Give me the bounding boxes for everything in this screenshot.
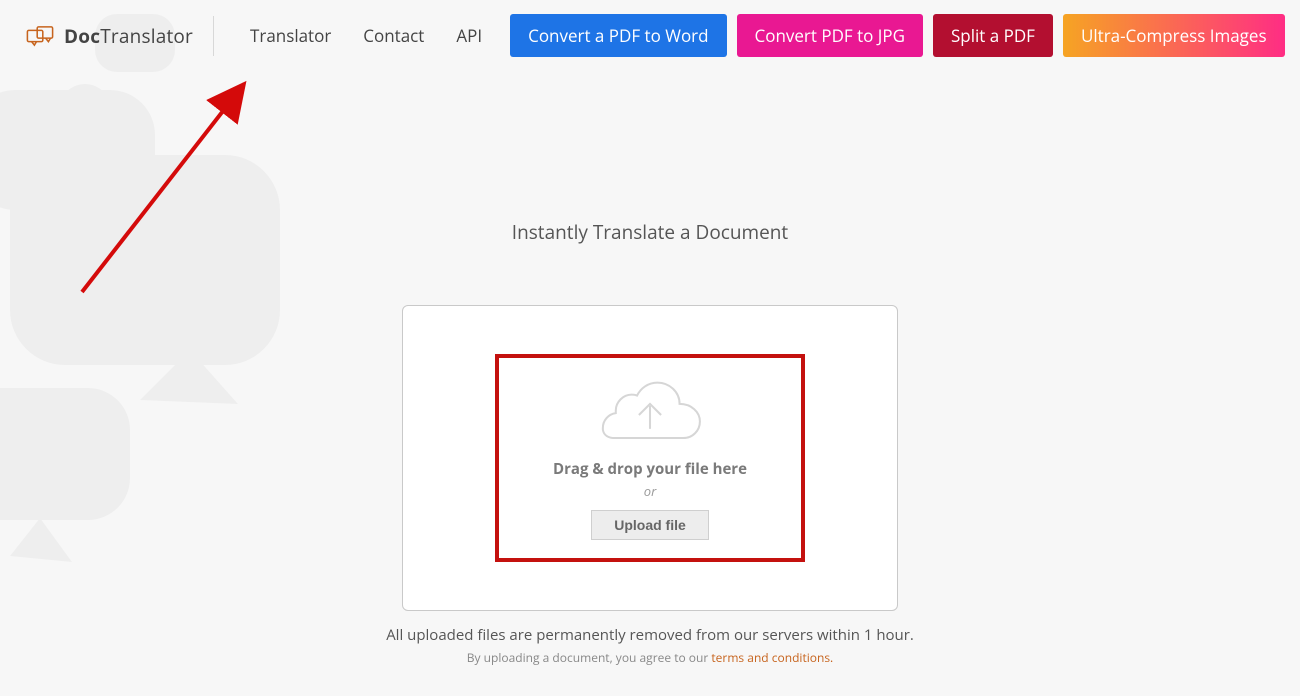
upload-cloud-icon xyxy=(594,378,706,439)
nav-buttons: Convert a PDF to Word Convert PDF to JPG… xyxy=(510,14,1284,57)
nav-contact[interactable]: Contact xyxy=(347,16,440,55)
top-nav: DocTranslator Translator Contact API Con… xyxy=(0,0,1300,71)
annotation-highlight-box: Drag & drop your file here or Upload fil… xyxy=(495,354,805,562)
dropzone-card[interactable]: Drag & drop your file here or Upload fil… xyxy=(402,305,898,611)
main-content: Instantly Translate a Document Drag & dr… xyxy=(0,71,1300,666)
retention-note: All uploaded files are permanently remov… xyxy=(386,625,914,645)
page-headline: Instantly Translate a Document xyxy=(512,219,788,245)
or-text: or xyxy=(644,482,656,500)
terms-note: By uploading a document, you agree to ou… xyxy=(467,649,833,666)
drag-drop-text: Drag & drop your file here xyxy=(553,459,747,479)
btn-ultra-compress[interactable]: Ultra-Compress Images xyxy=(1063,14,1285,57)
btn-split-pdf[interactable]: Split a PDF xyxy=(933,14,1053,57)
terms-and-conditions-link[interactable]: terms and conditions. xyxy=(711,649,833,666)
upload-file-button[interactable]: Upload file xyxy=(591,510,709,540)
nav-translator[interactable]: Translator xyxy=(234,16,347,55)
nav-api[interactable]: API xyxy=(440,16,498,55)
logo-icon xyxy=(26,25,54,47)
terms-note-prefix: By uploading a document, you agree to ou… xyxy=(467,649,712,666)
btn-pdf-to-word[interactable]: Convert a PDF to Word xyxy=(510,14,726,57)
logo[interactable]: DocTranslator xyxy=(26,16,214,56)
logo-text: DocTranslator xyxy=(64,23,193,49)
btn-pdf-to-jpg[interactable]: Convert PDF to JPG xyxy=(737,14,923,57)
